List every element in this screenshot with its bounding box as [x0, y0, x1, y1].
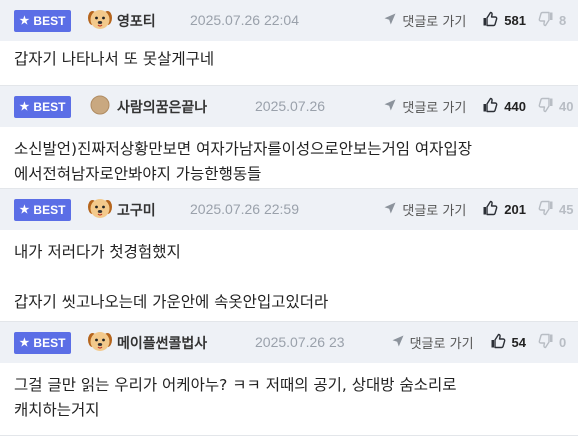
reply-label: 댓글로 가기	[402, 101, 467, 116]
best-badge: ★ BEST	[14, 331, 71, 354]
star-icon: ★	[19, 204, 30, 216]
comment-body: 갑자기 나타나서 또 못살게구네	[0, 41, 578, 86]
comment-list: ★ BEST 영포티 2025.07.26 22:04 댓글로 가기 581 8 갑자기 나타…	[0, 0, 578, 436]
comment-date: 2025.07.26 22:04	[190, 12, 299, 28]
like-button[interactable]: 54	[490, 333, 526, 352]
star-icon: ★	[19, 15, 30, 27]
comment-text-line: 그걸 글만 읽는 우리가 어케아누? ㅋㅋ 저때의 공기, 상대방 숨소리로	[14, 376, 457, 394]
dislike-count: 8	[559, 13, 567, 28]
send-arrow-icon	[383, 12, 402, 30]
reply-label: 댓글로 가기	[409, 337, 474, 352]
thumbs-down-icon	[538, 200, 559, 219]
nickname[interactable]: 영포티	[117, 11, 156, 31]
comment-body: 내가 저러다가 첫경험했지 갑자기 씻고나오는데 가운안에 속옷안입고있더라	[0, 230, 578, 322]
reply-label: 댓글로 가기	[402, 15, 467, 30]
comment-header: ★ BEST 영포티 2025.07.26 22:04 댓글로 가기 581 8	[0, 0, 578, 41]
puppy-face-icon	[87, 195, 113, 225]
like-button[interactable]: 440	[482, 97, 526, 116]
like-count: 54	[511, 335, 526, 350]
like-count: 581	[504, 13, 526, 28]
comment-text-line: 갑자기 나타나서 또 못살게구네	[14, 50, 215, 68]
thumbs-down-icon	[538, 97, 559, 116]
reply-label: 댓글로 가기	[402, 204, 467, 219]
send-arrow-icon	[383, 98, 402, 116]
comment-actions: 댓글로 가기 54 0	[388, 322, 578, 363]
dislike-count: 40	[559, 99, 574, 114]
comment-text-line: 내가 저러다가 첫경험했지	[14, 243, 181, 261]
best-badge-label: BEST	[33, 202, 66, 217]
avatar	[87, 8, 113, 34]
go-to-reply-link[interactable]: 댓글로 가기	[383, 11, 466, 30]
like-count: 201	[504, 202, 526, 217]
go-to-reply-link[interactable]: 댓글로 가기	[383, 200, 466, 219]
comment-date: 2025.07.26 22:59	[190, 201, 299, 217]
comment-actions: 댓글로 가기 440 40	[381, 86, 578, 127]
best-badge-label: BEST	[33, 99, 66, 114]
best-badge: ★ BEST	[14, 198, 71, 221]
thumbs-down-icon	[538, 333, 559, 352]
nickname[interactable]: 메이플썬콜법사	[117, 333, 207, 353]
like-button[interactable]: 201	[482, 200, 526, 219]
avatar	[87, 94, 113, 120]
star-icon: ★	[19, 337, 30, 349]
go-to-reply-link[interactable]: 댓글로 가기	[391, 333, 474, 352]
dislike-button[interactable]: 45	[538, 200, 578, 219]
thumbs-up-icon	[482, 200, 504, 219]
best-badge-label: BEST	[33, 13, 66, 28]
comment-header: ★ BEST 고구미 2025.07.26 22:59 댓글로 가기 201 45	[0, 189, 578, 230]
comment-header: ★ BEST 사람의꿈은끝나 2025.07.26 댓글로 가기 440 40	[0, 86, 578, 127]
comment-actions: 댓글로 가기 581 8	[381, 0, 578, 41]
comment-item: ★ BEST 메이플썬콜법사 2025.07.26 23 댓글로 가기 54 0 그걸 글만 …	[0, 322, 578, 436]
puppy-face-icon	[87, 328, 113, 358]
comment-item: ★ BEST 사람의꿈은끝나 2025.07.26 댓글로 가기 440 40 소신발언)진짜…	[0, 86, 578, 189]
comment-body: 소신발언)진짜저상황만보면 여자가남자를이성으로안보는거임 여자입장에서전혀남자…	[0, 127, 578, 189]
best-badge-label: BEST	[33, 335, 66, 350]
comment-body: 그걸 글만 읽는 우리가 어케아누? ㅋㅋ 저때의 공기, 상대방 숨소리로캐치…	[0, 363, 578, 436]
comment-date: 2025.07.26	[255, 98, 326, 114]
thumbs-up-icon	[490, 333, 512, 352]
dislike-button[interactable]: 8	[538, 11, 578, 30]
like-count: 440	[504, 99, 526, 114]
round-avatar-icon	[87, 92, 113, 122]
dislike-button[interactable]: 0	[538, 333, 578, 352]
send-arrow-icon	[391, 334, 410, 352]
thumbs-up-icon	[482, 97, 504, 116]
nickname[interactable]: 고구미	[117, 200, 156, 220]
nickname[interactable]: 사람의꿈은끝나	[117, 97, 207, 117]
dislike-count: 0	[559, 335, 567, 350]
thumbs-down-icon	[538, 11, 559, 30]
comment-text-line: 에서전혀남자로안봐야지 가능한행동들	[14, 165, 262, 183]
dislike-button[interactable]: 40	[538, 97, 578, 116]
go-to-reply-link[interactable]: 댓글로 가기	[383, 97, 466, 116]
star-icon: ★	[19, 101, 30, 113]
send-arrow-icon	[383, 201, 402, 219]
comment-actions: 댓글로 가기 201 45	[381, 189, 578, 230]
avatar	[87, 330, 113, 356]
thumbs-up-icon	[482, 11, 504, 30]
puppy-face-icon	[87, 6, 113, 36]
comment-date: 2025.07.26 23	[255, 334, 345, 350]
comment-header: ★ BEST 메이플썬콜법사 2025.07.26 23 댓글로 가기 54 0	[0, 322, 578, 363]
comment-text-line: 소신발언)진짜저상황만보면 여자가남자를이성으로안보는거임 여자입장	[14, 140, 472, 158]
comment-text-line: 캐치하는거지	[14, 401, 100, 419]
best-badge: ★ BEST	[14, 95, 71, 118]
dislike-count: 45	[559, 202, 574, 217]
like-button[interactable]: 581	[482, 11, 526, 30]
best-badge: ★ BEST	[14, 9, 71, 32]
comment-item: ★ BEST 영포티 2025.07.26 22:04 댓글로 가기 581 8 갑자기 나타…	[0, 0, 578, 86]
comment-item: ★ BEST 고구미 2025.07.26 22:59 댓글로 가기 201 45 내가 저러…	[0, 189, 578, 322]
comment-text-line: 갑자기 씻고나오는데 가운안에 속옷안입고있더라	[14, 293, 329, 311]
comment-text-line	[14, 265, 564, 290]
avatar	[87, 197, 113, 223]
